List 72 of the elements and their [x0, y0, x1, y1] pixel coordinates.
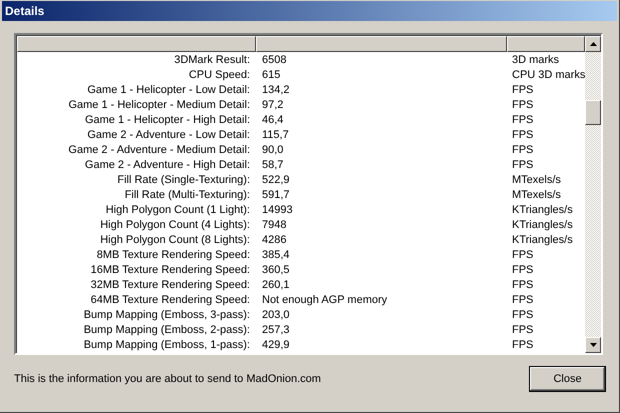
metric-name: Game 1 - Helicopter - Medium Detail: — [68, 99, 250, 111]
metric-name: Bump Mapping (Emboss, 1-pass): — [84, 339, 250, 351]
result-value: 591,7 — [262, 189, 290, 201]
metric-name: CPU Speed: — [188, 69, 250, 81]
result-value: 429,9 — [262, 339, 290, 351]
result-value: 58,7 — [262, 159, 284, 171]
metric-name: Bump Mapping (Emboss, 3-pass): — [84, 309, 250, 321]
result-value: 97,2 — [262, 99, 284, 111]
scroll-up-button[interactable] — [585, 36, 601, 52]
unit-label: FPS — [512, 159, 534, 171]
window-title: Details — [5, 4, 44, 18]
metric-name: Game 2 - Adventure - Low Detail: — [87, 129, 250, 141]
up-arrow-icon — [590, 42, 596, 46]
unit-label: FPS — [512, 309, 534, 321]
result-value: 385,4 — [262, 249, 290, 261]
result-value: 257,3 — [262, 324, 290, 336]
unit-label: MTexels/s — [512, 174, 561, 186]
unit-label: FPS — [512, 294, 534, 306]
result-value: 6508 — [262, 54, 286, 66]
result-value: 90,0 — [262, 144, 284, 156]
metric-name: Fill Rate (Multi-Texturing): — [124, 189, 250, 201]
unit-label: MTexels/s — [512, 189, 561, 201]
column-header[interactable] — [256, 36, 507, 52]
info-text: This is the information you are about to send to MadOnion.com — [14, 373, 321, 385]
unit-label: FPS — [512, 249, 534, 261]
metric-name: High Polygon Count (1 Light): — [106, 204, 250, 216]
metric-name: High Polygon Count (8 Lights): — [100, 234, 250, 246]
unit-label: FPS — [512, 99, 534, 111]
scroll-down-button[interactable] — [585, 337, 601, 353]
unit-label: FPS — [512, 114, 534, 126]
result-value: 134,2 — [262, 84, 290, 96]
result-value: 46,4 — [262, 114, 284, 126]
result-value: 522,9 — [262, 174, 290, 186]
column-header[interactable] — [17, 36, 256, 52]
result-value: 615 — [262, 69, 280, 81]
unit-label: FPS — [512, 279, 534, 291]
down-arrow-icon — [590, 343, 596, 347]
result-value: 260,1 — [262, 279, 290, 291]
column-header[interactable] — [507, 36, 585, 52]
unit-label: CPU 3D marks — [512, 69, 585, 81]
unit-label: FPS — [512, 84, 534, 96]
scrollbar[interactable] — [585, 35, 601, 353]
result-value: 14993 — [262, 204, 293, 216]
unit-label: FPS — [512, 129, 534, 141]
result-value: 7948 — [262, 219, 286, 231]
metric-name: 16MB Texture Rendering Speed: — [90, 264, 250, 276]
unit-label: FPS — [512, 264, 534, 276]
unit-label: FPS — [512, 339, 534, 351]
metric-name: 8MB Texture Rendering Speed: — [96, 249, 250, 261]
unit-label: KTriangles/s — [512, 234, 573, 246]
result-value: 115,7 — [262, 129, 289, 141]
unit-label: KTriangles/s — [512, 219, 573, 231]
metric-name: Game 2 - Adventure - High Detail: — [84, 159, 250, 171]
unit-label: KTriangles/s — [512, 204, 573, 216]
close-button[interactable]: Close — [529, 366, 606, 392]
unit-label: 3D marks — [512, 54, 560, 66]
result-value: 4286 — [262, 234, 286, 246]
metric-name: 3DMark Result: — [174, 54, 250, 66]
unit-label: FPS — [512, 324, 534, 336]
metric-name: 64MB Texture Rendering Speed: — [90, 294, 250, 306]
result-value: 203,0 — [262, 309, 290, 321]
metric-name: 32MB Texture Rendering Speed: — [90, 279, 250, 291]
scroll-thumb[interactable] — [585, 100, 601, 125]
unit-label: FPS — [512, 144, 534, 156]
metric-name: High Polygon Count (4 Lights): — [100, 219, 250, 231]
metric-name: Game 1 - Helicopter - Low Detail: — [87, 84, 250, 96]
metric-name: Fill Rate (Single-Texturing): — [117, 174, 250, 186]
metric-name: Bump Mapping (Emboss, 2-pass): — [84, 324, 250, 336]
result-value: 360,5 — [262, 264, 290, 276]
metric-name: Game 2 - Adventure - Medium Detail: — [68, 144, 250, 156]
metric-name: Game 1 - Helicopter - High Detail: — [84, 114, 250, 126]
result-value: Not enough AGP memory — [262, 294, 388, 306]
